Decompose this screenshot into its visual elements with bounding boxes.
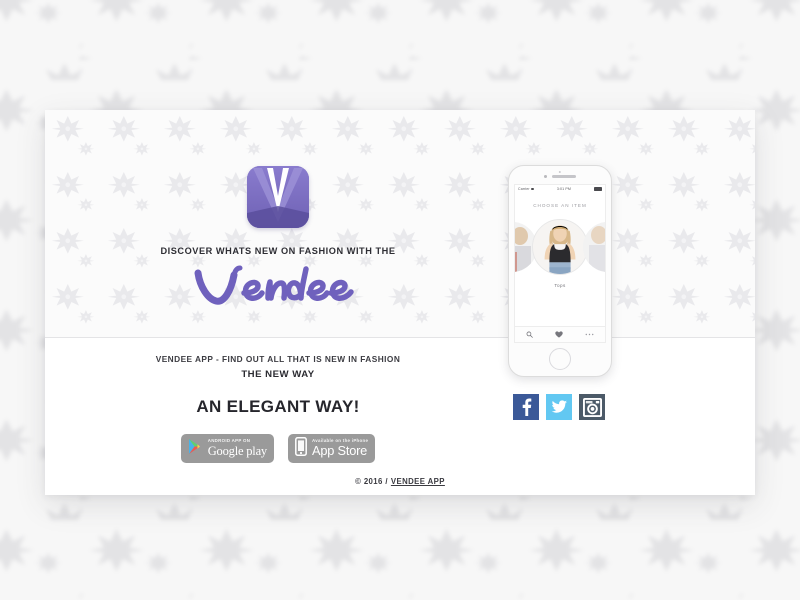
- subtitle-line-1: VENDEE APP - FIND OUT ALL THAT IS NEW IN…: [155, 354, 401, 364]
- vendee-wordmark: [188, 263, 368, 311]
- facebook-icon[interactable]: [513, 394, 539, 420]
- google-play-triangle-icon: [188, 438, 203, 460]
- twitter-bird-icon[interactable]: [546, 394, 572, 420]
- carousel-item-current[interactable]: [532, 219, 588, 275]
- google-play-badge-big-text: Google play: [207, 444, 267, 459]
- search-icon[interactable]: [526, 331, 533, 338]
- item-label: Tops: [554, 283, 566, 288]
- instagram-camera-icon[interactable]: [579, 394, 605, 420]
- status-bar-carrier: Carrier: [518, 187, 530, 191]
- heart-icon[interactable]: [555, 331, 563, 338]
- screen-title: CHOOSE AN ITEM: [533, 203, 587, 208]
- google-play-badge-small-text: ANDROID APP ON: [207, 438, 251, 444]
- footer-link-vendee-app[interactable]: VENDEE APP: [391, 477, 445, 486]
- iphone-mockup: Carrier 3:01 PM CHOOSE AN ITEM Tops: [508, 165, 612, 377]
- speaker-grille: [552, 175, 576, 178]
- hero-section: DISCOVER WHATS NEW ON FASHION WITH THE: [45, 110, 755, 338]
- lower-section: VENDEE APP - FIND OUT ALL THAT IS NEW IN…: [45, 338, 755, 494]
- iphone-device-icon: [295, 436, 307, 461]
- social-links: [513, 394, 605, 420]
- status-bar-time: 3:01 PM: [556, 187, 571, 191]
- home-button[interactable]: [549, 348, 571, 370]
- front-camera-icon: [558, 171, 562, 174]
- vendee-app-icon: [247, 166, 309, 228]
- phone-status-bar: Carrier 3:01 PM: [515, 185, 605, 193]
- subtitle-line-2: THE NEW WAY: [241, 369, 315, 380]
- phone-tab-bar: [515, 326, 605, 342]
- store-badges: ANDROID APP ON Google play Available on …: [180, 434, 376, 463]
- phone-screen: Carrier 3:01 PM CHOOSE AN ITEM Tops: [514, 184, 606, 343]
- promo-card: DISCOVER WHATS NEW ON FASHION WITH THE V…: [45, 110, 755, 495]
- battery-full-icon: [594, 187, 602, 191]
- footer: © 2016 / VENDEE APP: [45, 468, 755, 494]
- carousel-item-next[interactable]: [583, 222, 605, 272]
- more-dots-icon[interactable]: [585, 333, 594, 336]
- hero-tagline: DISCOVER WHATS NEW ON FASHION WITH THE: [160, 246, 396, 256]
- proximity-sensor-icon: [544, 175, 547, 178]
- google-play-badge[interactable]: ANDROID APP ON Google play: [180, 434, 274, 463]
- copyright-text: © 2016 /: [355, 476, 388, 486]
- app-store-badge-big-text: App Store: [311, 443, 368, 459]
- item-carousel[interactable]: [515, 219, 605, 275]
- headline: AN ELEGANT WAY!: [196, 397, 360, 416]
- earpiece-speaker: [544, 175, 576, 178]
- app-store-badge[interactable]: Available on the iPhone App Store: [287, 434, 376, 463]
